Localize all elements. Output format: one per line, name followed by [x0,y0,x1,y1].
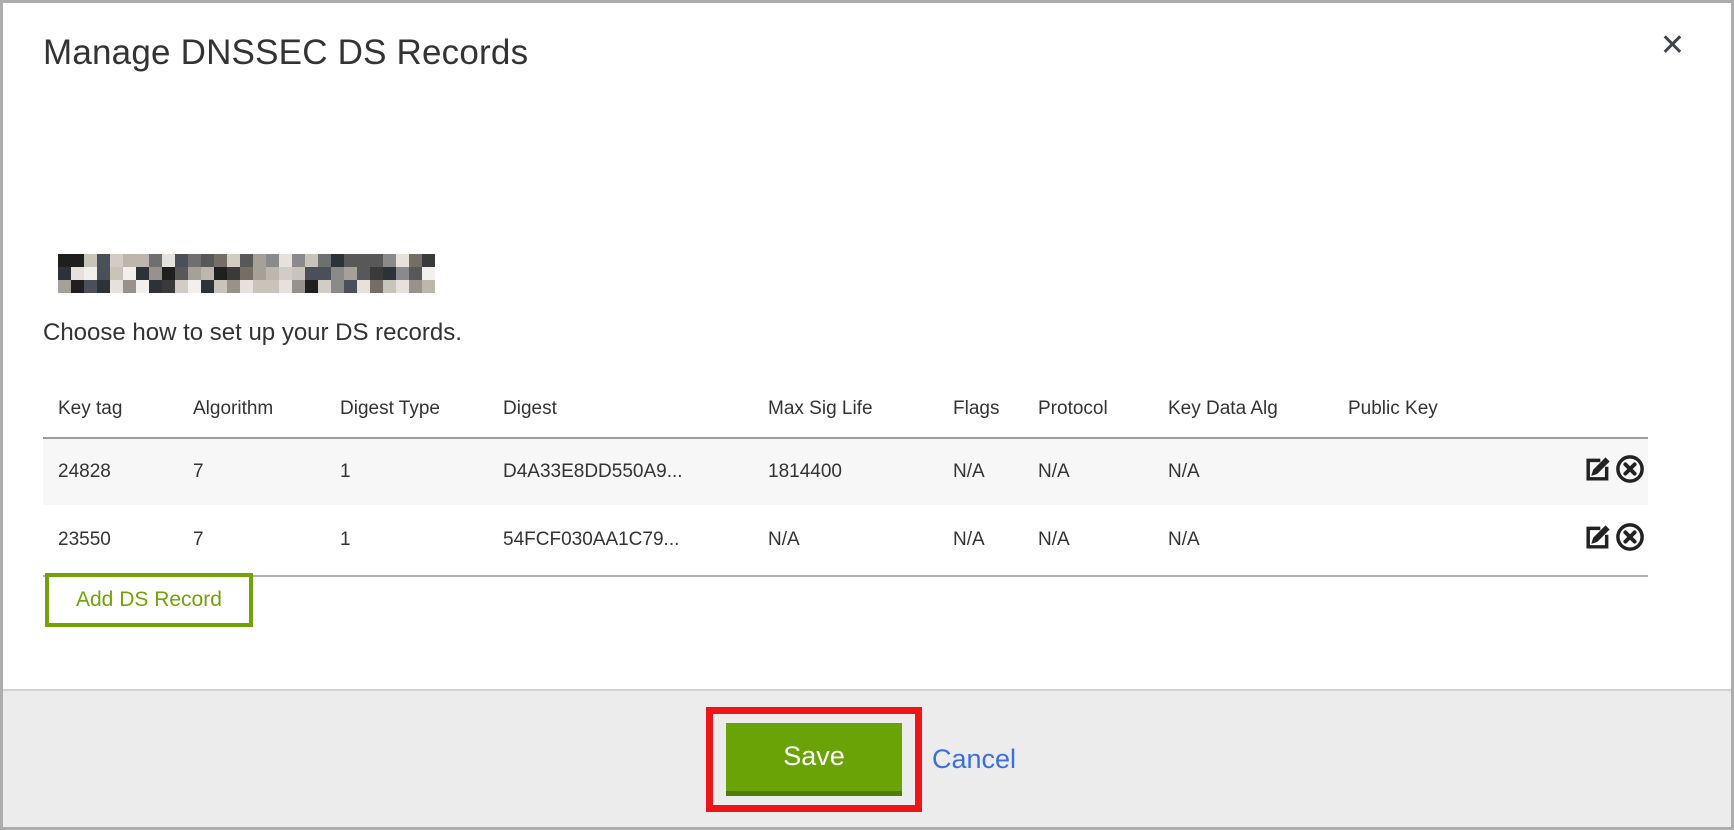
cell-algorithm: 7 [193,438,340,505]
cell-key-data-alg: N/A [1168,505,1348,576]
delete-circle-icon[interactable] [1614,454,1645,485]
cell-public-key [1348,505,1563,576]
col-header-digest-type: Digest Type [340,365,503,438]
edit-icon[interactable] [1582,454,1613,485]
ds-records-table: Key tag Algorithm Digest Type Digest Max… [43,365,1648,577]
col-header-algorithm: Algorithm [193,365,340,438]
ds-record-row: 24828 7 1 D4A33E8DD550A9... 1814400 N/A … [43,438,1648,505]
edit-icon[interactable] [1582,522,1613,553]
cell-actions [1563,505,1648,576]
ds-record-row: 23550 7 1 54FCF030AA1C79... N/A N/A N/A … [43,505,1648,576]
add-ds-record-button[interactable]: Add DS Record [45,573,253,627]
col-header-digest: Digest [503,365,768,438]
cell-digest-type: 1 [340,505,503,576]
col-header-key-data-alg: Key Data Alg [1168,365,1348,438]
save-button[interactable]: Save [726,723,902,796]
cell-algorithm: 7 [193,505,340,576]
cell-key-data-alg: N/A [1168,438,1348,505]
cell-protocol: N/A [1038,505,1168,576]
cell-public-key [1348,438,1563,505]
manage-dnssec-dialog: Manage DNSSEC DS Records ✕ Choose how to… [0,0,1734,830]
cell-digest: D4A33E8DD550A9... [503,438,768,505]
cell-flags: N/A [953,505,1038,576]
cell-protocol: N/A [1038,438,1168,505]
delete-circle-icon[interactable] [1614,522,1645,553]
redacted-domain-name [58,254,435,293]
cell-digest-type: 1 [340,438,503,505]
col-header-actions [1563,365,1648,438]
cancel-link[interactable]: Cancel [932,744,1016,775]
cell-key-tag: 24828 [43,438,193,505]
col-header-key-tag: Key tag [43,365,193,438]
cell-digest: 54FCF030AA1C79... [503,505,768,576]
col-header-flags: Flags [953,365,1038,438]
cell-key-tag: 23550 [43,505,193,576]
dialog-footer: Save Cancel [3,689,1731,827]
table-header-row: Key tag Algorithm Digest Type Digest Max… [43,365,1648,438]
col-header-max-sig-life: Max Sig Life [768,365,953,438]
close-icon[interactable]: ✕ [1656,27,1689,65]
dialog-title: Manage DNSSEC DS Records [43,33,528,73]
col-header-protocol: Protocol [1038,365,1168,438]
dialog-subtitle: Choose how to set up your DS records. [43,319,462,347]
col-header-public-key: Public Key [1348,365,1563,438]
annotation-highlight-red-box: Save [706,707,922,812]
cell-flags: N/A [953,438,1038,505]
cell-actions [1563,438,1648,505]
cell-max-sig-life: N/A [768,505,953,576]
cell-max-sig-life: 1814400 [768,438,953,505]
